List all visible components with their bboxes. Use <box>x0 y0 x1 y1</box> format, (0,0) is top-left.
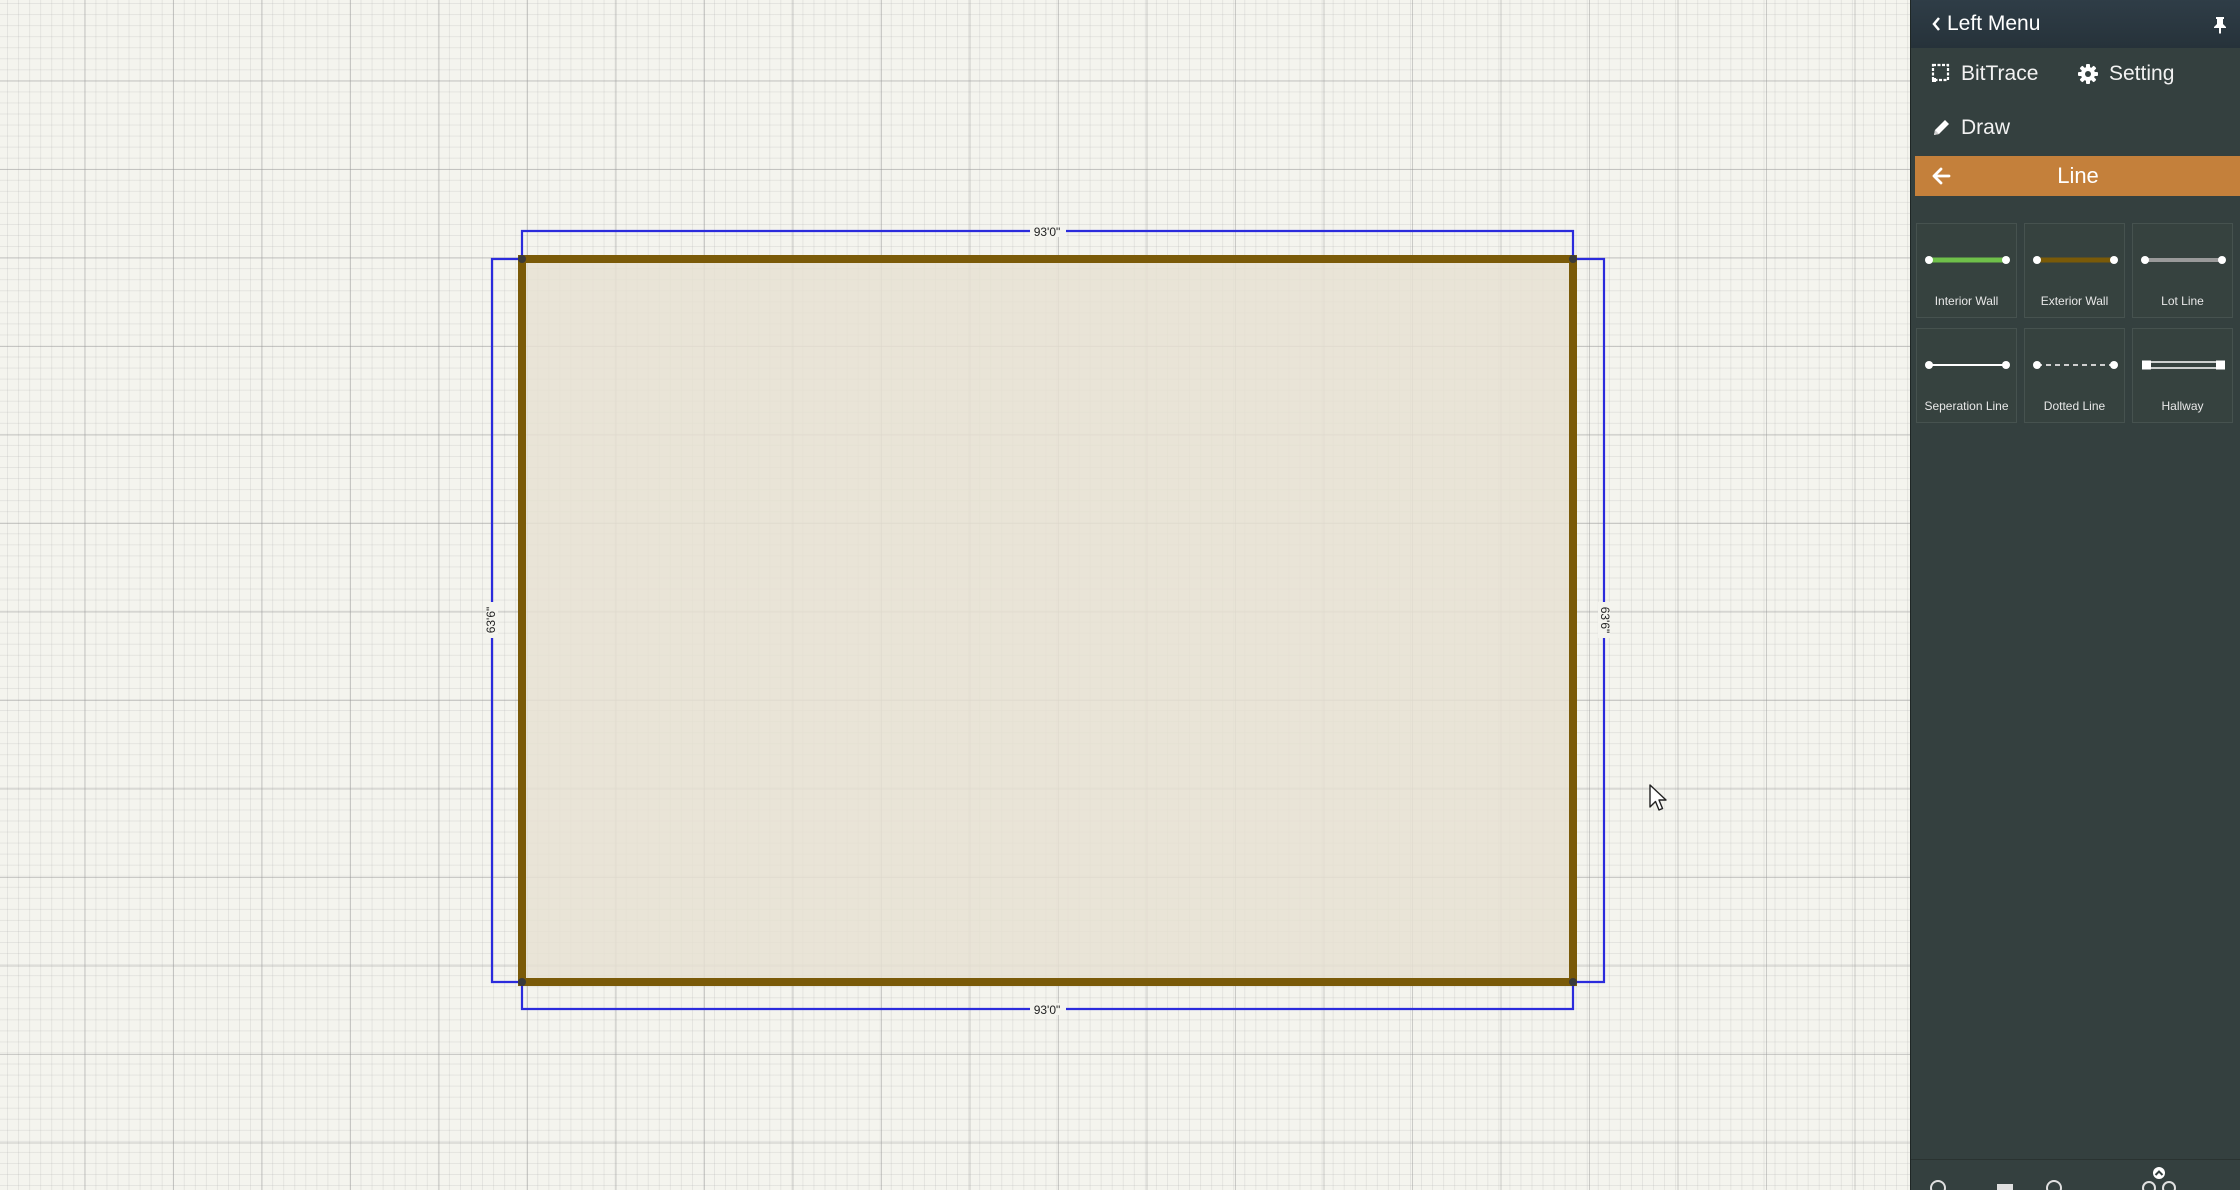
top-dimension-label: 93'0" <box>1034 225 1061 239</box>
mouse-cursor-icon <box>1649 784 1667 811</box>
arrow-left-icon[interactable] <box>1931 166 1951 186</box>
line-section-header: Line <box>1915 156 2240 196</box>
line-type-label: Seperation Line <box>1924 399 2009 413</box>
corner-node-bottom-left <box>518 978 526 986</box>
line-type-label: Exterior Wall <box>2040 294 2109 308</box>
gear-icon <box>2078 64 2098 84</box>
footer-nav-icon[interactable] <box>2139 1166 2179 1190</box>
bittrace-icon <box>1931 63 1950 82</box>
menu-item-label: Draw <box>1961 116 2011 139</box>
menu-item-label: Setting <box>2109 62 2175 85</box>
line-type-hallway[interactable]: Hallway <box>2132 328 2233 423</box>
line-type-label: Interior Wall <box>1934 294 1999 308</box>
menu-item-draw[interactable]: Draw <box>1931 116 2010 140</box>
dotted-line-swatch-icon <box>2033 361 2118 369</box>
pencil-icon <box>1934 120 1949 135</box>
left-menu-header[interactable]: Left Menu <box>1911 0 2240 48</box>
room-area[interactable] <box>522 259 1573 982</box>
line-type-lot-line[interactable]: Lot Line <box>2132 223 2233 318</box>
floor-plan-drawing[interactable]: 93'0" 93'0" 63'6" 63'6" <box>0 0 1910 1190</box>
corner-node-top-right <box>1569 255 1577 263</box>
menu-item-bittrace[interactable]: BitTrace <box>1931 62 2038 86</box>
corner-node-bottom-right <box>1569 978 1577 986</box>
panel-footer <box>1911 1159 2240 1190</box>
footer-circle-icon[interactable] <box>1929 1176 1947 1190</box>
line-type-seperation-line[interactable]: Seperation Line <box>1916 328 2017 423</box>
drawing-canvas[interactable]: 93'0" 93'0" 63'6" 63'6" <box>0 0 1910 1190</box>
corner-node-top-left <box>518 255 526 263</box>
pin-icon[interactable] <box>2213 16 2227 34</box>
right-dimension-label: 63'6" <box>1598 607 1612 634</box>
line-type-dotted-line[interactable]: Dotted Line <box>2024 328 2125 423</box>
left-menu-panel: Left Menu BitTrace Setting Draw Line Int… <box>1910 0 2240 1190</box>
line-type-interior-wall[interactable]: Interior Wall <box>1916 223 2017 318</box>
line-type-label: Lot Line <box>2161 294 2204 308</box>
line-type-label: Hallway <box>2161 399 2204 413</box>
bottom-dimension-label: 93'0" <box>1034 1003 1061 1017</box>
hallway-swatch-icon <box>2142 360 2225 370</box>
chevron-left-icon[interactable] <box>1931 16 1941 32</box>
menu-item-setting[interactable]: Setting <box>2077 62 2174 86</box>
line-type-exterior-wall[interactable]: Exterior Wall <box>2024 223 2125 318</box>
footer-ring-icon[interactable] <box>2045 1176 2063 1190</box>
interior-wall-swatch-icon <box>1925 256 2010 264</box>
lot-line-swatch-icon <box>2141 256 2226 264</box>
footer-tool-icon[interactable] <box>1995 1178 2015 1190</box>
exterior-wall-swatch-icon <box>2033 256 2118 264</box>
line-section-title: Line <box>2057 163 2099 188</box>
menu-item-label: BitTrace <box>1961 62 2039 85</box>
left-menu-title: Left Menu <box>1947 12 2041 35</box>
seperation-line-swatch-icon <box>1925 361 2010 369</box>
line-type-label: Dotted Line <box>2043 399 2106 413</box>
left-dimension-label: 63'6" <box>484 607 498 634</box>
